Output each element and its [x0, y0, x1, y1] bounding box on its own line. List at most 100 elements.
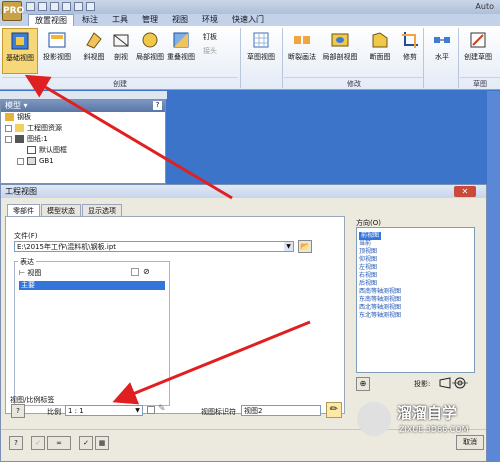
section-view-icon — [113, 34, 129, 47]
tree-item-border[interactable]: 默认图框 — [1, 145, 165, 156]
view-rep-header: ⊢ 视图 — [19, 268, 41, 278]
orientation-item[interactable]: 东南等轴测视图 — [359, 296, 472, 304]
help-button[interactable]: ? — [9, 436, 23, 450]
view-identifier-input[interactable]: 视图2 — [241, 405, 321, 416]
group-modify-label: 修改 — [284, 77, 424, 89]
break-label: 断裂画法 — [288, 53, 316, 61]
tab-manage[interactable]: 管理 — [136, 14, 164, 26]
orientation-item[interactable]: 西南等轴测视图 — [359, 288, 472, 296]
help-icon: ? — [16, 407, 20, 415]
print-icon[interactable] — [86, 2, 95, 11]
tree-item-titleblock[interactable]: GB1 — [1, 156, 165, 167]
open-file-button[interactable]: 📂 — [298, 240, 312, 253]
view-rep-label: 视图 — [27, 269, 42, 277]
collapse-icon[interactable] — [5, 135, 12, 143]
associative-checkbox[interactable] — [131, 268, 139, 276]
scale-edit-icon[interactable]: ✎ — [158, 404, 166, 414]
orientation-item[interactable]: 顶视图 — [359, 248, 472, 256]
orientation-item[interactable]: 西北等轴测视图 — [359, 304, 472, 312]
dialog-title-bar: 工程视图 ✕ — [1, 185, 486, 198]
help-icon[interactable]: ? — [153, 101, 162, 110]
view-rep-icon: ⊢ — [19, 269, 26, 277]
orientation-item[interactable]: 后视图 — [359, 280, 472, 288]
glasses-icon[interactable]: ∞ — [47, 436, 71, 450]
horizontal-align-label: 水平 — [435, 53, 449, 61]
scale-label: 比例 — [47, 408, 61, 416]
ribbon-separator — [458, 28, 459, 88]
tree-item-label: 钢板 — [17, 113, 31, 121]
nailboard-label: 钉板 — [203, 33, 217, 41]
orientation-item[interactable]: 前视图 — [359, 232, 382, 240]
canvas-edge — [487, 91, 500, 462]
horizontal-align-button[interactable]: 水平 — [424, 28, 460, 74]
watermark-logo-icon — [357, 402, 391, 436]
chevron-down-icon[interactable]: ▼ — [284, 242, 293, 251]
undo-icon[interactable] — [62, 2, 71, 11]
tree-item-root[interactable]: 钢板 — [1, 112, 165, 123]
overlay-view-button[interactable]: 重叠视图 — [163, 28, 199, 74]
open-icon[interactable] — [38, 2, 47, 11]
crop-icon — [402, 32, 418, 48]
checkbox-disabled[interactable]: ✓ — [31, 436, 45, 450]
file-combo[interactable]: E:\2015年工作\混料机\钢板.ipt ▼ — [14, 241, 294, 252]
connector-button[interactable]: 接头 — [203, 46, 237, 56]
scale-combo[interactable]: 1 : 1 ▼ — [65, 405, 143, 416]
redo-icon[interactable] — [74, 2, 83, 11]
sketch-view-label: 草图视图 — [247, 53, 275, 61]
tab-view[interactable]: 视图 — [166, 14, 194, 26]
break-button[interactable]: 断裂画法 — [284, 28, 320, 74]
create-sketch-label: 创建草图 — [464, 53, 492, 61]
orientation-list: 前视图 当前 顶视图 仰视图 左视图 右视图 后视图 西南等轴测视图 东南等轴测… — [356, 227, 475, 373]
overlay-view-label: 重叠视图 — [167, 53, 195, 61]
tab-tools[interactable]: 工具 — [106, 14, 134, 26]
tab-place-views[interactable]: 放置视图 — [28, 14, 74, 26]
watermark-text: 溜溜自学 — [397, 404, 458, 422]
base-view-button[interactable]: 基础视图 — [2, 28, 38, 74]
sketch-view-button[interactable]: 草图视图 — [243, 28, 279, 74]
browser-title[interactable]: 模型 ▾ — [5, 101, 28, 110]
create-sketch-button[interactable]: 创建草图 — [460, 28, 496, 74]
orientation-item[interactable]: 当前 — [359, 240, 472, 248]
expand-icon[interactable] — [5, 124, 12, 132]
orientation-item[interactable]: 左视图 — [359, 264, 472, 272]
orientation-item[interactable]: 右视图 — [359, 272, 472, 280]
tab-annotate[interactable]: 标注 — [76, 14, 104, 26]
tab-get-started[interactable]: 快速入门 — [226, 14, 270, 26]
watermark: 溜溜自学 ZIXUE.3D66.COM — [351, 380, 487, 462]
new-icon[interactable] — [26, 2, 35, 11]
create-sketch-icon — [470, 32, 486, 48]
dialog-title: 工程视图 — [5, 187, 37, 196]
auxiliary-view-label: 斜视图 — [83, 53, 105, 61]
tree-item-resources[interactable]: 工程图资源 — [1, 123, 165, 134]
edit-label-button[interactable]: ✏ — [326, 402, 342, 418]
save-icon[interactable] — [50, 2, 59, 11]
application-menu-button[interactable]: PRO — [2, 1, 24, 21]
orientation-item[interactable]: 仰视图 — [359, 256, 472, 264]
connector-label: 接头 — [203, 47, 217, 55]
orientation-item[interactable]: 东北等轴测视图 — [359, 312, 472, 320]
browser-toolbar — [0, 91, 167, 99]
table-icon[interactable]: ▦ — [95, 436, 109, 450]
chevron-down-icon[interactable]: ▼ — [133, 406, 142, 415]
tree-item-label: 默认图框 — [39, 146, 67, 154]
horizontal-align-icon — [434, 37, 450, 43]
expand-icon[interactable] — [17, 157, 24, 165]
scale-row: ? 比例 1 : 1 ▼ ✎ 视图标识符 视图2 ✏ — [9, 401, 342, 421]
representation-selected[interactable]: 主要 — [19, 281, 165, 290]
group-sketch-label: 草图 — [460, 77, 500, 89]
tab-environments[interactable]: 环境 — [196, 14, 224, 26]
break-out-button[interactable]: 局部剖视图 — [322, 28, 358, 74]
nailboard-button[interactable]: 钉板 — [203, 32, 237, 42]
close-button[interactable]: ✕ — [454, 186, 476, 197]
checkbox-checked[interactable]: ✓ — [79, 436, 93, 450]
break-out-label: 局部剖视图 — [322, 53, 358, 61]
projected-view-label: 投影视图 — [43, 53, 71, 61]
view-identifier-label: 视图标识符 — [201, 408, 236, 416]
help-button[interactable]: ? — [11, 404, 25, 418]
scale-visibility-checkbox[interactable] — [147, 406, 155, 414]
folder-open-icon: 📂 — [300, 242, 310, 251]
projected-view-button[interactable]: 投影视图 — [39, 28, 75, 74]
base-view-icon — [11, 32, 29, 50]
watermark-subtext: ZIXUE.3D66.COM — [399, 425, 469, 434]
tree-item-sheet[interactable]: 图纸:1 — [1, 134, 165, 145]
